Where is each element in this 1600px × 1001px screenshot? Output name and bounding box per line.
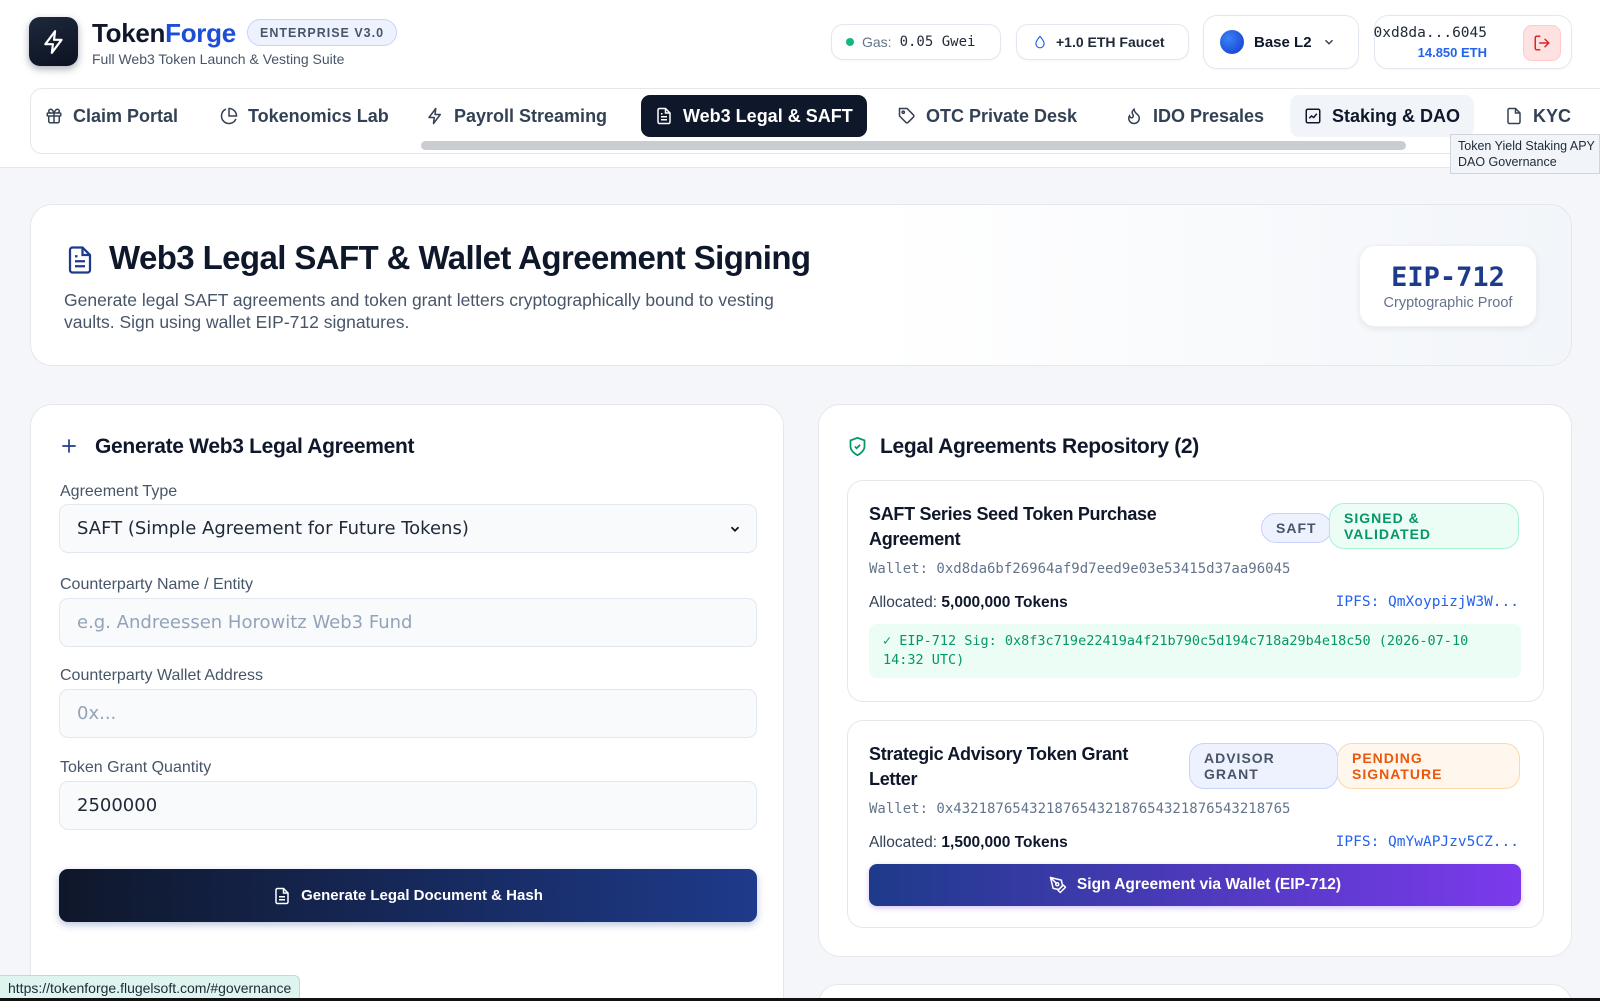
grant-quantity-input[interactable]: 2500000 bbox=[59, 781, 757, 830]
generate-agreement-panel: Generate Web3 Legal Agreement Agreement … bbox=[30, 404, 784, 1001]
agreement-type-badge: ADVISOR GRANT bbox=[1189, 743, 1338, 789]
agreements-repository-panel: Legal Agreements Repository (2) SAFT Ser… bbox=[818, 404, 1572, 957]
generate-document-button[interactable]: Generate Legal Document & Hash bbox=[59, 869, 757, 922]
account-balance: 14.850 ETH bbox=[1417, 45, 1487, 60]
document-icon bbox=[1507, 107, 1521, 125]
ipfs-link[interactable]: IPFS: QmYwAPJzv5CZ... bbox=[1336, 834, 1519, 850]
agreement-type-value: SAFT (Simple Agreement for Future Tokens… bbox=[77, 518, 469, 539]
tab-label: KYC bbox=[1533, 105, 1572, 126]
tab-payroll-streaming[interactable]: Payroll Streaming bbox=[412, 95, 621, 137]
status-badge: PENDING SIGNATURE bbox=[1337, 743, 1520, 789]
sign-agreement-button[interactable]: Sign Agreement via Wallet (EIP-712) bbox=[869, 864, 1521, 906]
ipfs-link[interactable]: IPFS: QmXoypizjW3W... bbox=[1336, 594, 1519, 610]
logo[interactable] bbox=[29, 17, 78, 66]
tab-label: Payroll Streaming bbox=[454, 105, 608, 126]
pie-chart-icon bbox=[220, 107, 238, 125]
document-icon bbox=[68, 246, 92, 274]
signature-proof: ✓ EIP-712 Sig: 0x8f3c719e22419a4f21b790c… bbox=[869, 624, 1521, 678]
tab-label: Staking & DAO bbox=[1332, 105, 1461, 126]
tab-web3-legal-saft[interactable]: Web3 Legal & SAFT bbox=[641, 95, 867, 137]
chevron-down-icon bbox=[730, 526, 740, 532]
tab-label: Claim Portal bbox=[73, 105, 179, 126]
tab-otc-private-desk[interactable]: OTC Private Desk bbox=[884, 95, 1091, 137]
shield-check-icon bbox=[849, 436, 866, 457]
counterparty-wallet-placeholder: 0x... bbox=[77, 703, 117, 724]
agreement-allocation: Allocated: 1,500,000 Tokens bbox=[869, 834, 1068, 851]
agreement-allocation: Allocated: 5,000,000 Tokens bbox=[869, 594, 1068, 611]
proof-label: Cryptographic Proof bbox=[1383, 295, 1513, 311]
counterparty-name-placeholder: e.g. Andreessen Horowitz Web3 Fund bbox=[77, 612, 413, 633]
plus-icon bbox=[62, 439, 76, 453]
page-hero: Web3 Legal SAFT & Wallet Agreement Signi… bbox=[30, 204, 1572, 366]
tab-kyc[interactable]: KYC bbox=[1491, 95, 1585, 137]
page-description: Generate legal SAFT agreements and token… bbox=[64, 290, 774, 332]
agreement-type-label: Agreement Type bbox=[60, 483, 178, 500]
tag-icon bbox=[898, 107, 915, 124]
agreement-wallet: Wallet: 0x432187654321876543218765432187… bbox=[869, 801, 1291, 817]
network-name: Base L2 bbox=[1254, 33, 1312, 51]
proof-standard: EIP-712 bbox=[1391, 262, 1505, 293]
agreement-title: SAFT Series Seed Token Purchase Agreemen… bbox=[869, 504, 1157, 549]
sign-button-label: Sign Agreement via Wallet (EIP-712) bbox=[1076, 876, 1342, 893]
tab-tooltip: Token Yield Staking APY DAO Governance bbox=[1450, 134, 1600, 174]
tabs-scrollbar[interactable] bbox=[421, 141, 1406, 150]
grant-quantity-value: 2500000 bbox=[77, 795, 158, 816]
faucet-label: +1.0 ETH Faucet bbox=[1056, 34, 1165, 50]
lightning-icon bbox=[43, 29, 63, 54]
gas-label: Gas: bbox=[862, 34, 892, 50]
agreement-wallet: Wallet: 0xd8da6bf26964af9d7eed9e03e53415… bbox=[869, 561, 1291, 577]
gift-icon bbox=[46, 108, 62, 124]
tab-staking-dao[interactable]: Staking & DAO bbox=[1290, 95, 1475, 137]
panel-title: Legal Agreements Repository (2) bbox=[880, 435, 1199, 458]
document-icon bbox=[657, 107, 671, 125]
brand-tagline: Full Web3 Token Launch & Vesting Suite bbox=[92, 51, 345, 67]
proof-card: EIP-712 Cryptographic Proof bbox=[1359, 245, 1537, 327]
agreement-type-select[interactable]: SAFT (Simple Agreement for Future Tokens… bbox=[59, 504, 757, 553]
faucet-button[interactable]: +1.0 ETH Faucet bbox=[1016, 24, 1189, 60]
status-dot bbox=[846, 38, 854, 46]
page-title: Web3 Legal SAFT & Wallet Agreement Signi… bbox=[109, 239, 811, 276]
chart-box-icon bbox=[1305, 108, 1321, 124]
status-badge: SIGNED & VALIDATED bbox=[1329, 503, 1519, 549]
agreement-card[interactable]: SAFT Series Seed Token Purchase Agreemen… bbox=[847, 480, 1544, 702]
tab-label: IDO Presales bbox=[1153, 105, 1265, 126]
droplet-icon bbox=[1035, 35, 1045, 49]
logout-icon bbox=[1534, 35, 1550, 51]
tab-label: OTC Private Desk bbox=[926, 105, 1078, 126]
grant-quantity-label: Token Grant Quantity bbox=[60, 759, 212, 776]
agreement-title: Strategic Advisory Token Grant Letter bbox=[869, 744, 1129, 789]
tab-label: Tokenomics Lab bbox=[248, 105, 389, 126]
logout-button[interactable] bbox=[1523, 25, 1561, 61]
tooltip-line: Token Yield Staking APY bbox=[1458, 139, 1595, 153]
tab-claim-portal[interactable]: Claim Portal bbox=[31, 95, 192, 137]
counterparty-name-input[interactable]: e.g. Andreessen Horowitz Web3 Fund bbox=[59, 598, 757, 647]
account-address: 0xd8da...6045 bbox=[1373, 25, 1488, 41]
account-widget[interactable]: 0xd8da...6045 14.850 ETH bbox=[1374, 15, 1572, 69]
tab-label: Web3 Legal & SAFT bbox=[683, 105, 853, 126]
chevron-down-icon bbox=[1324, 39, 1333, 45]
signature-pen-icon bbox=[1049, 876, 1067, 894]
network-selector[interactable]: Base L2 bbox=[1203, 15, 1359, 69]
app-header: TokenForge ENTERPRISE V3.0 Full Web3 Tok… bbox=[0, 0, 1600, 174]
lightning-icon bbox=[428, 107, 441, 125]
document-icon bbox=[275, 887, 289, 904]
gas-indicator: Gas: 0.05 Gwei bbox=[831, 24, 1001, 60]
panel-title: Generate Web3 Legal Agreement bbox=[95, 435, 415, 458]
network-globe-icon bbox=[1220, 30, 1244, 54]
flame-icon bbox=[1127, 107, 1141, 125]
counterparty-name-label: Counterparty Name / Entity bbox=[60, 576, 253, 593]
tooltip-line: DAO Governance bbox=[1458, 155, 1557, 169]
tab-ido-presales[interactable]: IDO Presales bbox=[1111, 95, 1278, 137]
status-url: https://tokenforge.flugelsoft.com/#gover… bbox=[8, 980, 292, 996]
tab-tokenomics-lab[interactable]: Tokenomics Lab bbox=[206, 95, 403, 137]
counterparty-wallet-input[interactable]: 0x... bbox=[59, 689, 757, 738]
brand-name: TokenForge bbox=[92, 18, 236, 48]
agreement-type-badge: SAFT bbox=[1261, 513, 1332, 543]
counterparty-wallet-label: Counterparty Wallet Address bbox=[60, 667, 264, 684]
generate-button-label: Generate Legal Document & Hash bbox=[301, 887, 543, 904]
agreement-card[interactable]: Strategic Advisory Token Grant Letter AD… bbox=[847, 720, 1544, 928]
edition-badge: ENTERPRISE V3.0 bbox=[247, 19, 398, 46]
gas-value: 0.05 Gwei bbox=[899, 34, 976, 50]
